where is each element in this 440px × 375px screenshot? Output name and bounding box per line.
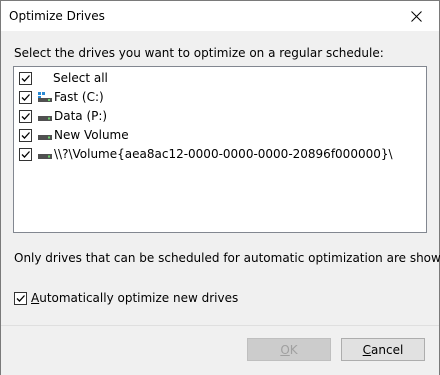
accelerator-key: A [31, 291, 40, 305]
hard-drive-icon [38, 149, 52, 159]
optimize-drives-dialog: Optimize Drives Select the drives you wa… [0, 0, 440, 375]
checkmark-icon [21, 74, 30, 82]
drive-item-c[interactable]: Fast (C:) [19, 88, 104, 106]
auto-optimize-label: Automatically optimize new drives [31, 291, 238, 305]
ok-accelerator: O [280, 342, 290, 357]
checkmark-icon [21, 131, 30, 139]
window-title: Optimize Drives [9, 9, 105, 23]
drive-label-new-volume: New Volume [54, 128, 129, 142]
checkmark-icon [16, 294, 25, 302]
drive-checkbox-c[interactable] [19, 90, 32, 104]
title-bar: Optimize Drives [1, 1, 439, 31]
drive-item-volume-guid[interactable]: \\?\Volume{aea8ac12-0000-0000-0000-20896… [19, 145, 393, 163]
instruction-text: Select the drives you want to optimize o… [14, 46, 384, 60]
drive-checkbox-p[interactable] [19, 109, 32, 123]
select-all-item[interactable]: Select all [19, 69, 108, 87]
close-icon [410, 10, 422, 22]
cancel-accelerator: C [362, 342, 372, 357]
drive-label-c: Fast (C:) [54, 90, 104, 104]
drive-item-p[interactable]: Data (P:) [19, 107, 107, 125]
checkmark-icon [21, 150, 30, 158]
select-all-checkbox[interactable] [19, 71, 32, 85]
dialog-footer: OK Cancel [1, 325, 439, 375]
select-all-label: Select all [53, 71, 108, 85]
auto-optimize-option[interactable]: Automatically optimize new drives [14, 291, 238, 305]
checkmark-icon [21, 112, 30, 120]
auto-optimize-label-rest: utomatically optimize new drives [39, 291, 239, 305]
drive-checkbox-new-volume[interactable] [19, 128, 32, 142]
cancel-button[interactable]: Cancel [341, 338, 425, 361]
drive-item-new-volume[interactable]: New Volume [19, 126, 129, 144]
ok-button[interactable]: OK [247, 338, 331, 361]
drive-checkbox-volume-guid[interactable] [19, 147, 32, 161]
drive-listbox[interactable]: Select all Fast (C:) Data (P:) New Volum… [13, 66, 427, 233]
cancel-label-rest: ancel [371, 342, 404, 357]
auto-optimize-checkbox[interactable] [14, 291, 27, 305]
drive-label-p: Data (P:) [54, 109, 108, 123]
scheduled-drives-note: Only drives that can be scheduled for au… [14, 251, 440, 265]
checkmark-icon [21, 93, 30, 101]
ok-label-rest: K [289, 342, 298, 357]
system-drive-icon [38, 92, 52, 102]
drive-label-volume-guid: \\?\Volume{aea8ac12-0000-0000-0000-20896… [54, 147, 393, 161]
hard-drive-icon [38, 130, 52, 140]
hard-drive-icon [38, 111, 52, 121]
close-button[interactable] [393, 1, 439, 31]
